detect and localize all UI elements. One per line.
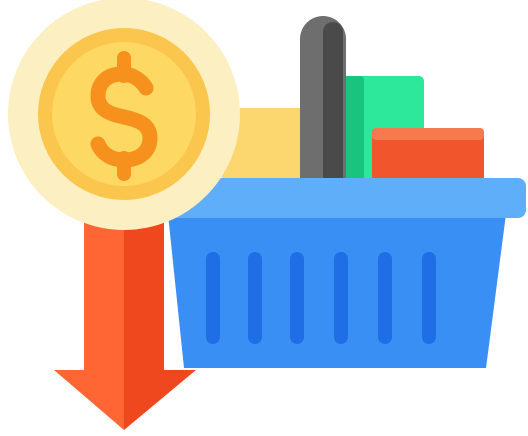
price-drop-basket-icon — [8, 0, 526, 430]
shopping-basket-icon — [158, 178, 526, 368]
basket-slot — [290, 252, 304, 344]
basket-slot — [378, 252, 392, 344]
price-drop-basket-illustration — [0, 0, 528, 436]
basket-slot — [334, 252, 348, 344]
arrow-head-shade — [124, 370, 196, 430]
basket-slot — [248, 252, 262, 344]
basket-item-red-top — [372, 128, 484, 140]
basket-slot — [422, 252, 436, 344]
arrow-head — [54, 370, 124, 430]
dollar-coin-icon — [8, 0, 240, 230]
dollar-sign-icon — [90, 51, 158, 181]
basket-slot — [206, 252, 220, 344]
